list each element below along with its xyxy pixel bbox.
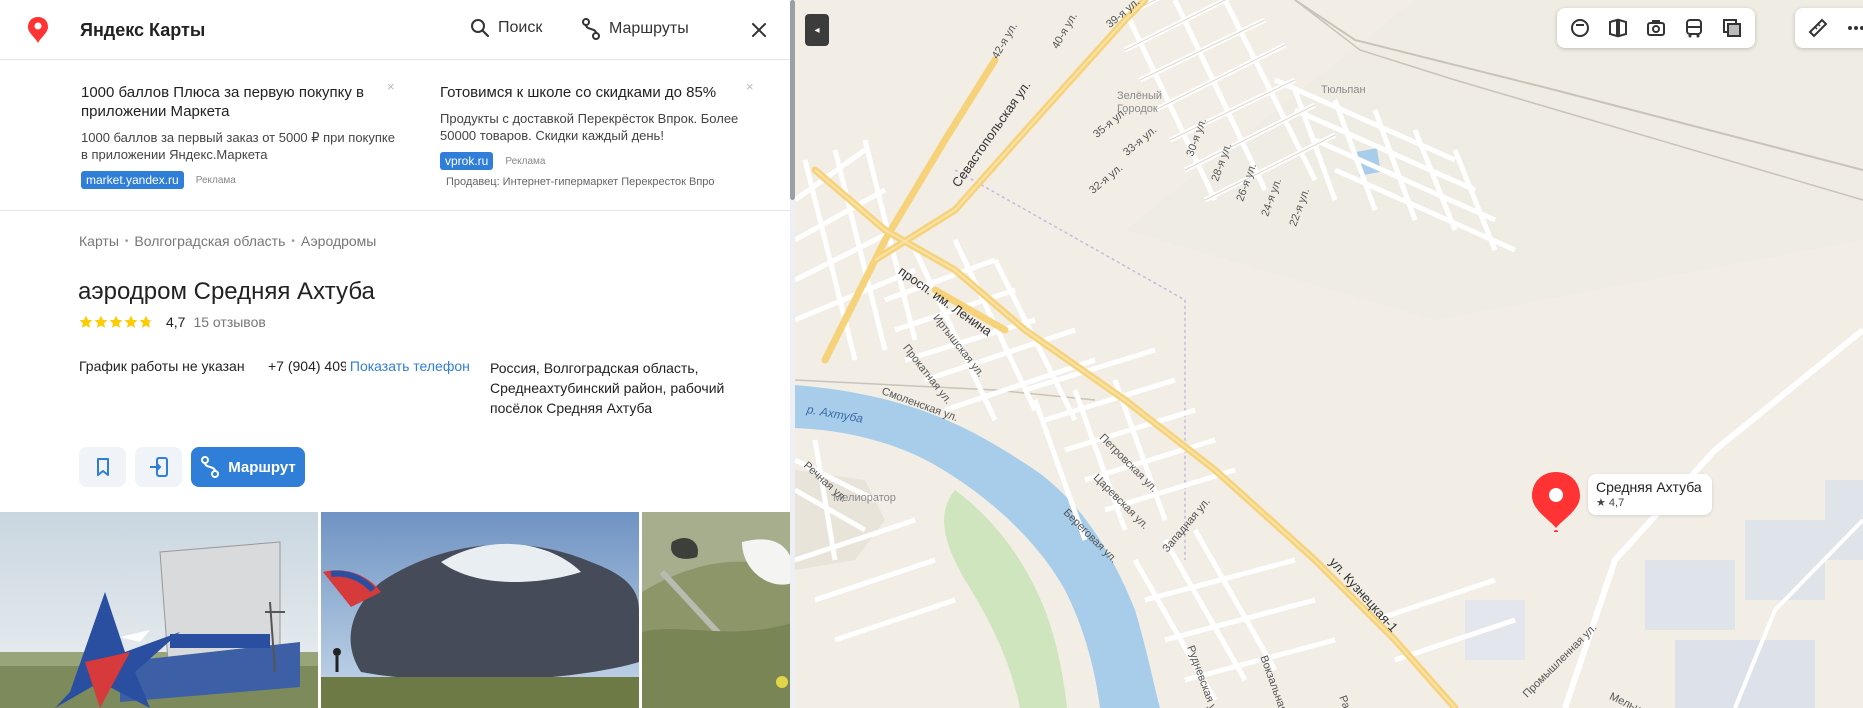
route-button[interactable]: Маршрут: [191, 447, 305, 487]
place-marker-label[interactable]: Средняя Ахтуба ★ 4,7: [1588, 474, 1712, 515]
route-icon: [582, 18, 600, 40]
panel-scrollbar[interactable]: [790, 0, 795, 708]
bus-icon: [1686, 19, 1702, 38]
map-label-zeleny: Зелёный: [1117, 90, 1163, 102]
place-marker-rating: ★ 4,7: [1596, 497, 1625, 509]
phone-block: +7 (904) 409 Показать телефон: [268, 358, 470, 374]
more-button[interactable]: [1839, 11, 1863, 45]
panorama-button[interactable]: [1601, 11, 1635, 45]
ad-seller: Продавец: Интернет-гипермаркет Перекрест…: [446, 176, 715, 188]
place-marker[interactable]: Средняя Ахтуба ★ 4,7: [1530, 470, 1712, 537]
ad-text: 1000 баллов за первый заказ от 5000 ₽ пр…: [81, 130, 395, 162]
panel-header: Яндекс Карты Поиск Маршруты: [0, 0, 790, 60]
map-tools-toolbar: [1795, 8, 1863, 48]
ad-card-vprok[interactable]: Готовимся к школе со скидками до 85% Про…: [440, 79, 760, 188]
send-to-phone-button[interactable]: [135, 447, 182, 487]
ruler-button[interactable]: [1801, 11, 1835, 45]
route-icon: [201, 456, 220, 478]
layers-button[interactable]: [1715, 11, 1749, 45]
panorama-icon: [1609, 18, 1627, 38]
bookmark-button[interactable]: [79, 447, 126, 487]
breadcrumb-item[interactable]: Волгоградская область: [134, 233, 285, 249]
ad-title[interactable]: 1000 баллов Плюса за первую покупку в пр…: [81, 83, 401, 121]
bookmark-icon: [96, 458, 109, 476]
routes-label: Маршруты: [609, 20, 689, 37]
ad-title[interactable]: Готовимся к школе со скидками до 85%: [440, 83, 760, 102]
transport-button[interactable]: [1677, 11, 1711, 45]
map-label-tyulpan: Тюльпан: [1321, 84, 1366, 96]
photo-image: [0, 512, 318, 708]
ad-mark: Реклама: [195, 174, 236, 186]
photo-image: [321, 512, 639, 708]
send-to-phone-icon: [149, 457, 168, 477]
map-pin-icon: [1532, 472, 1580, 534]
ad-text: Продукты с доставкой Перекрёсток Впрок. …: [440, 111, 739, 143]
ad-domain-badge[interactable]: vprok.ru: [440, 152, 494, 170]
working-hours: График работы не указан: [79, 358, 245, 374]
ad-footer: vprok.ru Реклама: [440, 152, 760, 170]
breadcrumb-item[interactable]: Аэродромы: [301, 233, 376, 249]
map-canvas[interactable]: Севастопольская ул. просп. им. Ленина ул…: [795, 0, 1863, 708]
ad-close-button[interactable]: ×: [746, 79, 754, 94]
ad-domain-badge[interactable]: market.yandex.ru: [81, 171, 184, 189]
breadcrumb-separator: •: [291, 235, 295, 247]
yandex-maps-logo-icon[interactable]: [27, 16, 49, 44]
photo-aerial[interactable]: [642, 512, 795, 708]
close-icon[interactable]: [746, 17, 772, 43]
photo-parachutist[interactable]: [321, 512, 639, 708]
route-button-label: Маршрут: [228, 458, 296, 476]
map-layers-toolbar: [1557, 8, 1755, 48]
layers-icon: [1723, 19, 1741, 37]
photos-button[interactable]: [1639, 11, 1673, 45]
traffic-button[interactable]: [1563, 11, 1597, 45]
search-button[interactable]: Поиск: [470, 18, 542, 38]
place-marker-name: Средняя Ахтуба: [1596, 479, 1702, 495]
photo-park-patriot[interactable]: [0, 512, 318, 708]
breadcrumb: Карты • Волгоградская область • Аэродром…: [79, 233, 376, 249]
place-panel: Яндекс Карты Поиск Маршруты 1000 баллов …: [0, 0, 795, 708]
reviews-link[interactable]: 15 отзывов: [193, 314, 265, 330]
collapse-panel-button[interactable]: ◂: [805, 14, 829, 46]
rating-stars-icon: [79, 315, 153, 328]
photo-image: [642, 512, 795, 708]
app-root: Севастопольская ул. просп. им. Ленина ул…: [0, 0, 1863, 708]
ad-mark: Реклама: [505, 155, 546, 167]
search-label: Поиск: [498, 19, 543, 36]
map-base-layer: [795, 0, 1863, 708]
ads-block: 1000 баллов Плюса за первую покупку в пр…: [0, 61, 790, 211]
show-phone-link[interactable]: Показать телефон: [350, 358, 470, 374]
camera-icon: [1647, 20, 1665, 36]
photo-gallery: [0, 512, 795, 708]
rating-row: 4,7 15 отзывов: [79, 314, 266, 330]
breadcrumb-separator: •: [124, 235, 129, 247]
ruler-icon: [1808, 18, 1828, 38]
address: Россия, Волгоградская область, Среднеахт…: [490, 360, 725, 416]
routes-button[interactable]: Маршруты: [581, 18, 689, 40]
phone-number: +7 (904) 409: [268, 358, 346, 374]
ad-footer: market.yandex.ru Реклама: [81, 171, 401, 189]
rating-value: 4,7: [166, 314, 186, 330]
search-icon: [471, 19, 490, 38]
panel-scrollbar-thumb[interactable]: [790, 0, 795, 200]
traffic-icon: [1571, 19, 1589, 37]
more-dots-icon: [1848, 26, 1863, 30]
ad-card-market[interactable]: 1000 баллов Плюса за первую покупку в пр…: [81, 79, 401, 189]
page-title: аэродром Средняя Ахтуба: [78, 278, 375, 305]
breadcrumb-item[interactable]: Карты: [79, 233, 119, 249]
ad-close-button[interactable]: ×: [387, 79, 395, 94]
logo-text[interactable]: Яндекс Карты: [80, 20, 205, 41]
